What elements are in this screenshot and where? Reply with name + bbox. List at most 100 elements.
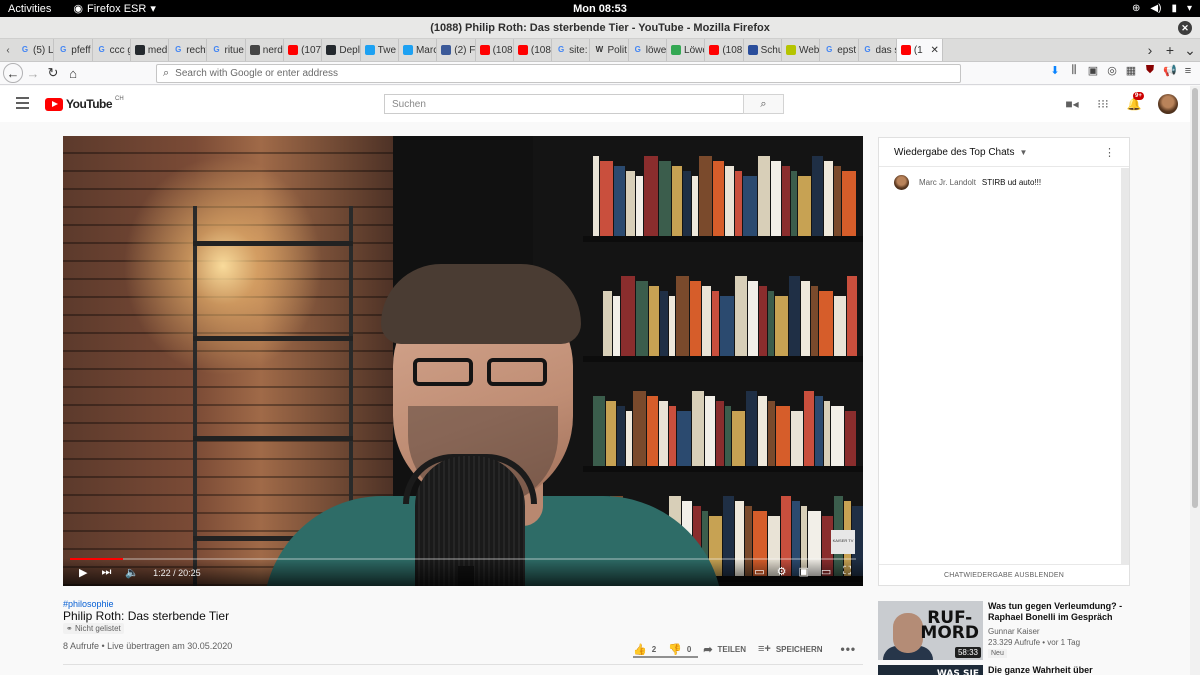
link-icon: ⚭: [66, 624, 75, 633]
recommendation-title[interactable]: Was tun gegen Verleumdung? - Raphael Bon…: [988, 601, 1138, 623]
new-tab-button[interactable]: +: [1160, 39, 1180, 61]
activities-button[interactable]: Activities: [8, 3, 51, 15]
browser-tab[interactable]: Gepst: [820, 39, 859, 61]
browser-tab[interactable]: (107: [284, 39, 323, 61]
guide-menu-button[interactable]: [16, 97, 29, 112]
recommendation-title[interactable]: Die ganze Wahrheit über: [988, 665, 1138, 675]
search-input[interactable]: Suchen: [384, 94, 744, 114]
subtitles-icon[interactable]: ▭: [754, 565, 764, 578]
close-window-button[interactable]: ✕: [1178, 21, 1192, 35]
system-tray[interactable]: ⊕ ◀) ▮ ▾: [1132, 0, 1192, 17]
browser-tab[interactable]: Marc: [399, 39, 438, 61]
browser-tab[interactable]: medi: [131, 39, 170, 61]
google-icon: G: [558, 45, 565, 54]
video-actions: 👍 2 👎 0 ➦ TEILEN ≡+ SPEICHERN •••: [633, 642, 856, 656]
window-title-bar: (1088) Philip Roth: Das sterbende Tier -…: [0, 17, 1200, 39]
browser-tab[interactable]: (108: [705, 39, 744, 61]
hamburger-menu-icon[interactable]: ≡: [1182, 65, 1194, 77]
browser-tab[interactable]: Glöwe: [629, 39, 668, 61]
share-label: TEILEN: [717, 644, 746, 654]
browser-tab[interactable]: (1 ✕: [896, 39, 943, 61]
browser-tab[interactable]: Gritue: [207, 39, 246, 61]
tab-label: Depl: [339, 44, 360, 56]
youtube-logo[interactable]: YouTube CH: [45, 96, 124, 111]
save-button[interactable]: ≡+ SPEICHERN: [758, 643, 823, 655]
browser-tab[interactable]: Gccc g: [93, 39, 131, 61]
browser-tab[interactable]: W Polit: [590, 39, 629, 61]
twitter-icon: [364, 45, 375, 55]
search-button[interactable]: ⌕: [743, 94, 784, 114]
chat-message[interactable]: Marc Jr. Landolt STIRB ud auto!!!: [879, 167, 1129, 198]
chat-scrollbar[interactable]: [1121, 168, 1129, 564]
hashtag-link[interactable]: #philosophie: [63, 599, 114, 609]
apps-grid-icon[interactable]: ⁝⁝⁝: [1096, 97, 1110, 111]
circle-icon: [785, 45, 796, 55]
google-icon: G: [98, 45, 105, 54]
browser-tab[interactable]: G (5) Li: [16, 39, 55, 61]
chat-header[interactable]: Wiedergabe des Top Chats ▼: [879, 138, 1129, 167]
channel-name[interactable]: Gunnar Kaiser: [988, 627, 1040, 636]
address-bar[interactable]: ⌕ Search with Google or enter address: [156, 64, 961, 83]
theater-mode-icon[interactable]: ▭: [821, 565, 831, 578]
reload-button[interactable]: ↻: [43, 63, 63, 83]
browser-tab[interactable]: Depl: [322, 39, 361, 61]
video-meta: 8 Aufrufe • Live übertragen am 30.05.202…: [63, 641, 233, 651]
like-button[interactable]: 👍 2: [633, 643, 656, 656]
browser-tab[interactable]: (108: [514, 39, 553, 61]
next-icon[interactable]: ⏭: [101, 566, 111, 579]
more-vert-icon[interactable]: ⋮: [1104, 146, 1115, 159]
browser-tab[interactable]: nerd: [246, 39, 285, 61]
browser-tab[interactable]: Schu: [744, 39, 782, 61]
tab-list-menu-button[interactable]: ⌄: [1180, 39, 1200, 61]
tab-scroll-right-button[interactable]: ›: [1140, 39, 1160, 61]
account-icon[interactable]: ◎: [1106, 64, 1118, 77]
home-button[interactable]: ⌂: [63, 63, 83, 83]
video-thumbnail[interactable]: WAS SIE: [878, 665, 983, 675]
app-name: Firefox ESR: [87, 2, 147, 15]
video-player[interactable]: KAISER TV ▶ ⏭ 🔈 1:22 / 20:25 ▭ ⚙ ▣ ▭ ⛶: [63, 136, 863, 586]
browser-tab[interactable]: (2) F: [437, 39, 476, 61]
recommendation-item[interactable]: RUF- MORD 58:33 Was tun gegen Verleumdung…: [878, 601, 1178, 661]
download-icon[interactable]: ⬇: [1049, 64, 1061, 77]
megaphone-icon[interactable]: 📢: [1163, 64, 1177, 77]
fullscreen-icon[interactable]: ⛶: [843, 565, 851, 578]
miniplayer-icon[interactable]: ▣: [798, 565, 808, 578]
youtube-icon: [900, 45, 911, 55]
more-actions-icon[interactable]: •••: [841, 642, 857, 656]
recommendation-item[interactable]: WAS SIE Die ganze Wahrheit über: [878, 665, 1178, 675]
share-button[interactable]: ➦ TEILEN: [703, 643, 746, 656]
browser-tab[interactable]: Gpfeff: [54, 39, 93, 61]
notifications-icon[interactable]: 🔔 9+: [1127, 92, 1144, 111]
progress-fill: [70, 558, 123, 560]
forward-button[interactable]: →: [23, 63, 43, 83]
extension-icon[interactable]: ▦: [1125, 64, 1137, 77]
tab-scroll-left-button[interactable]: ‹: [0, 39, 16, 61]
create-video-icon[interactable]: ■◂: [1065, 97, 1079, 111]
browser-tab[interactable]: (108: [476, 39, 514, 61]
browser-tab[interactable]: Web: [782, 39, 821, 61]
clock[interactable]: Mon 08:53: [0, 3, 1200, 15]
network-icon: ⊕: [1132, 3, 1141, 14]
library-icon[interactable]: ⫼: [1068, 64, 1080, 77]
avatar[interactable]: [1158, 94, 1178, 114]
close-tab-icon[interactable]: ✕: [930, 45, 938, 56]
browser-tab[interactable]: Gsite:: [552, 39, 591, 61]
settings-gear-icon[interactable]: ⚙: [777, 565, 787, 578]
volume-icon[interactable]: 🔈: [125, 566, 139, 579]
sidebar-icon[interactable]: ▣: [1087, 64, 1099, 77]
browser-tab[interactable]: Löwe: [667, 39, 706, 61]
tab-label: Schu: [760, 44, 781, 56]
browser-tab[interactable]: Grecht: [169, 39, 208, 61]
channel-watermark[interactable]: KAISER TV: [831, 530, 855, 554]
back-button[interactable]: ←: [3, 63, 23, 83]
ublock-icon[interactable]: ⛊: [1144, 64, 1156, 77]
video-thumbnail[interactable]: RUF- MORD 58:33: [878, 601, 983, 660]
hide-chat-button[interactable]: CHATWIEDERGABE AUSBLENDEN: [879, 564, 1129, 585]
dislike-button[interactable]: 👎 0: [668, 643, 691, 656]
page-scrollbar[interactable]: [1190, 86, 1200, 675]
browser-tab[interactable]: Gdas s: [859, 39, 897, 61]
browser-tab[interactable]: Twe: [361, 39, 399, 61]
progress-bar[interactable]: [70, 558, 856, 560]
app-menu[interactable]: ◉ Firefox ESR ▾: [73, 2, 155, 16]
play-icon[interactable]: ▶: [79, 566, 87, 579]
